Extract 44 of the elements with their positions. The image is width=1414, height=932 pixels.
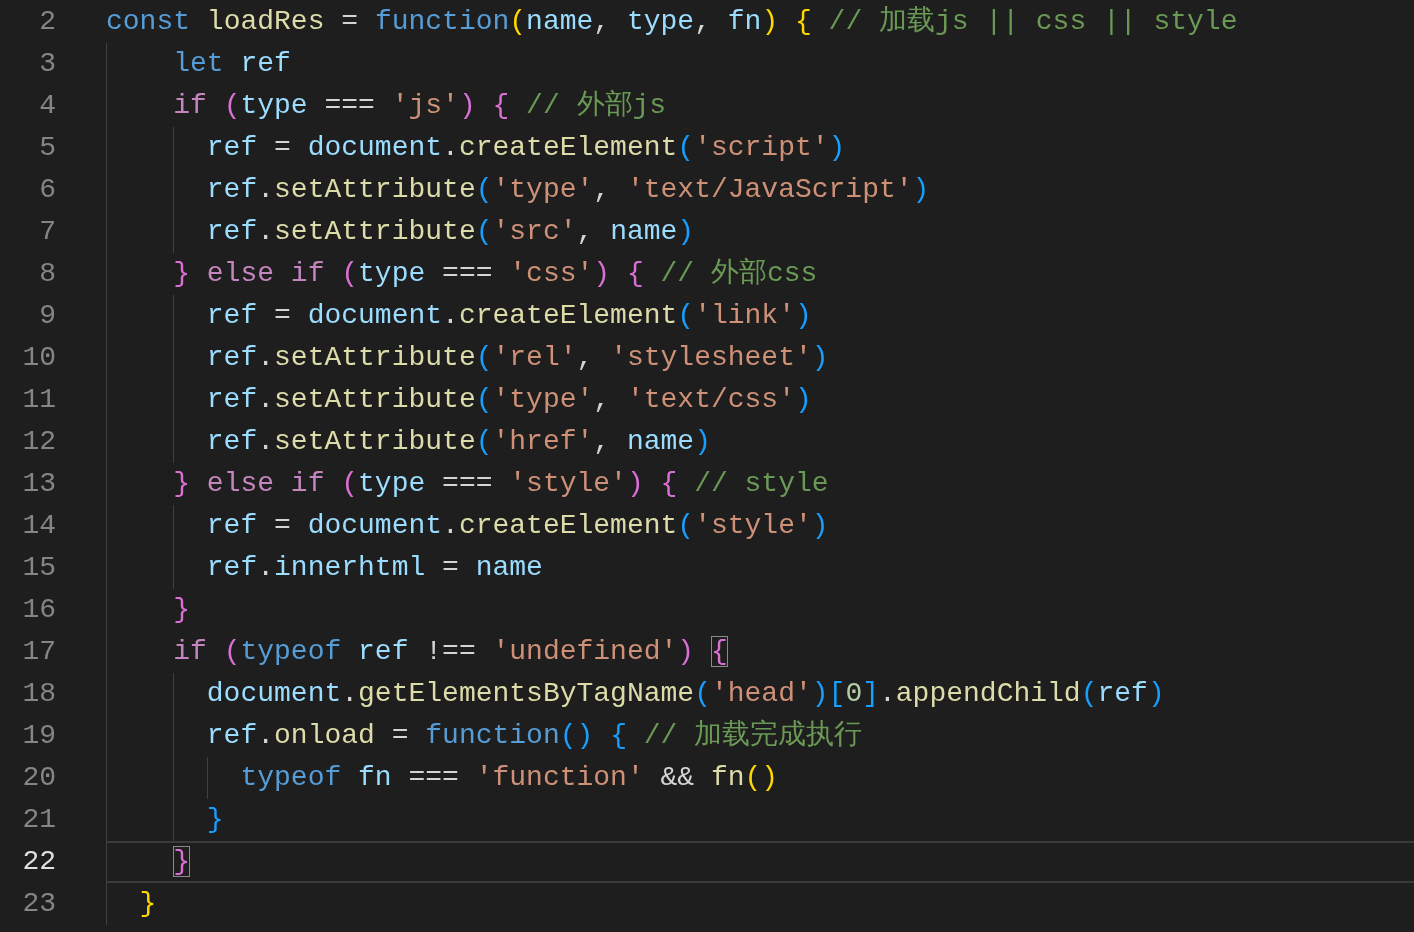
code-line: let ref (106, 43, 1414, 85)
code-line: } else if (type === 'css') { // 外部css (106, 253, 1414, 295)
code-line: ref.setAttribute('src', name) (106, 211, 1414, 253)
line-number: 23 (21, 887, 56, 921)
line-number: 17 (21, 635, 56, 669)
code-line: ref = document.createElement('style') (106, 505, 1414, 547)
line-number: 7 (38, 215, 56, 249)
line-number: 15 (21, 551, 56, 585)
code-line: typeof fn === 'function' && fn() (106, 757, 1414, 799)
code-line: ref.setAttribute('rel', 'stylesheet') (106, 337, 1414, 379)
line-number: 10 (21, 341, 56, 375)
line-number: 22 (21, 845, 56, 879)
line-number: 18 (21, 677, 56, 711)
code-line: } (106, 883, 1414, 925)
line-number: 2 (38, 5, 56, 39)
line-number: 13 (21, 467, 56, 501)
line-number: 21 (21, 803, 56, 837)
code-line: } (106, 799, 1414, 841)
code-line: document.getElementsByTagName('head')[0].appendChild(ref) (106, 673, 1414, 715)
line-number: 12 (21, 425, 56, 459)
code-line: ref.innerhtml = name (106, 547, 1414, 589)
line-number: 6 (38, 173, 56, 207)
code-line: ref.onload = function() { // 加载完成执行 (106, 715, 1414, 757)
code-line: ref.setAttribute('href', name) (106, 421, 1414, 463)
code-line: } (106, 589, 1414, 631)
line-number: 14 (21, 509, 56, 543)
code-line: ref.setAttribute('type', 'text/css') (106, 379, 1414, 421)
code-line: if (type === 'js') { // 外部js (106, 85, 1414, 127)
code-line: ref = document.createElement('link') (106, 295, 1414, 337)
line-number: 9 (38, 299, 56, 333)
code-line: } else if (type === 'style') { // style (106, 463, 1414, 505)
line-number: 16 (21, 593, 56, 627)
code-line: const loadRes = function(name, type, fn) { // 加载js || css || style (106, 5, 1239, 39)
line-number: 8 (38, 257, 56, 291)
line-number: 20 (21, 761, 56, 795)
code-line: ref.setAttribute('type', 'text/JavaScript') (106, 169, 1414, 211)
code-line: if (typeof ref !== 'undefined') { (106, 631, 1414, 673)
line-number: 4 (38, 89, 56, 123)
line-number: 11 (21, 383, 56, 417)
line-number: 3 (38, 47, 56, 81)
code-line: ref = document.createElement('script') (106, 127, 1414, 169)
code-line: } (106, 841, 1414, 883)
line-number: 5 (38, 131, 56, 165)
line-number: 19 (21, 719, 56, 753)
